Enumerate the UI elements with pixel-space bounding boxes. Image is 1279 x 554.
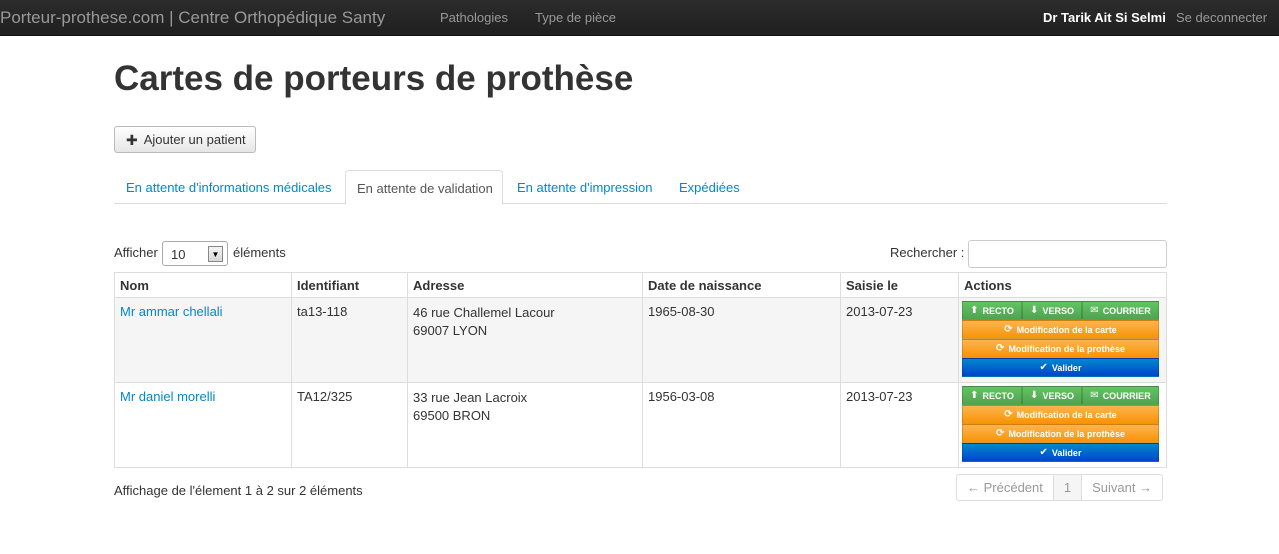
edit-prosthesis-label: Modification de la prothèse (1008, 343, 1125, 354)
patient-name-link[interactable]: Mr ammar chellali (120, 304, 223, 319)
refresh-icon: ⟳ (1004, 409, 1013, 420)
address-line-2: 69007 LYON (413, 323, 488, 338)
logout-link[interactable]: Se deconnecter (1176, 10, 1267, 25)
row-actions: ⬆ RECTO ⬇ VERSO ✉ COURRIER ⟳ Modification de… (958, 297, 1167, 383)
verso-button[interactable]: ⬇ VERSO (1022, 386, 1082, 405)
refresh-icon: ⟳ (996, 343, 1005, 354)
elements-label: éléments (233, 245, 286, 260)
patient-id: TA12/325 (291, 382, 408, 468)
tab-awaiting-printing[interactable]: En attente d'impression (517, 170, 652, 204)
envelope-icon: ✉ (1090, 305, 1099, 316)
download-icon: ⬇ (1030, 305, 1039, 316)
page-size-value: 10 (171, 247, 186, 262)
refresh-icon: ⟳ (1004, 324, 1013, 335)
validate-label: Valider (1051, 447, 1082, 458)
row-actions: ⬆ RECTO ⬇ VERSO ✉ COURRIER ⟳ Modification de… (958, 382, 1167, 468)
search-input[interactable] (968, 240, 1167, 268)
entry-date: 2013-07-23 (840, 297, 959, 383)
courrier-button[interactable]: ✉ COURRIER (1082, 301, 1159, 320)
patient-id: ta13-118 (291, 297, 408, 383)
current-user[interactable]: Dr Tarik Ait Si Selmi (1043, 10, 1166, 25)
nav-pathologies[interactable]: Pathologies (440, 10, 508, 25)
check-icon: ✔ (1039, 447, 1048, 458)
dropdown-arrow-icon: ▼ (208, 246, 223, 262)
validate-label: Valider (1051, 362, 1082, 373)
search-label: Rechercher : (890, 245, 965, 260)
table-row: Mr daniel morelli TA12/325 33 rue Jean L… (114, 382, 1167, 468)
col-header-name[interactable]: Nom (114, 272, 292, 298)
page-title: Cartes de porteurs de prothèse (114, 59, 634, 98)
download-icon: ⬇ (1030, 390, 1039, 401)
table-header-row: Nom Identifiant Adresse Date de naissanc… (114, 272, 1167, 298)
pagination: ← Précédent 1 Suivant → (956, 474, 1164, 501)
status-tabs: En attente d'informations médicales En a… (114, 170, 1167, 205)
show-label: Afficher (114, 245, 158, 260)
validate-button[interactable]: ✔ Valider (962, 358, 1159, 377)
col-header-entered[interactable]: Saisie le (840, 272, 959, 298)
plus-icon: ✚ (126, 131, 138, 148)
patient-address: 46 rue Challemel Lacour 69007 LYON (407, 297, 643, 383)
envelope-icon: ✉ (1090, 390, 1099, 401)
upload-icon: ⬆ (970, 390, 979, 401)
top-navbar: Porteur-prothese.com | Centre Orthopédiq… (0, 0, 1279, 36)
col-header-id[interactable]: Identifiant (291, 272, 408, 298)
edit-card-label: Modification de la carte (1016, 409, 1117, 420)
edit-card-button[interactable]: ⟳ Modification de la carte (962, 320, 1159, 339)
page-size-select[interactable]: 10 ▼ (162, 241, 228, 266)
tab-shipped[interactable]: Expédiées (679, 170, 740, 204)
col-header-actions: Actions (958, 272, 1167, 298)
nav-type-piece[interactable]: Type de pièce (535, 10, 616, 25)
tab-awaiting-medical-info[interactable]: En attente d'informations médicales (126, 170, 332, 204)
courrier-label: COURRIER (1102, 305, 1151, 316)
verso-label: VERSO (1042, 305, 1074, 316)
page-1-button[interactable]: 1 (1053, 475, 1083, 500)
verso-label: VERSO (1042, 390, 1074, 401)
previous-page-button[interactable]: ← Précédent (957, 475, 1054, 500)
recto-label: RECTO (982, 305, 1014, 316)
patients-table: Nom Identifiant Adresse Date de naissanc… (114, 272, 1167, 468)
edit-prosthesis-button[interactable]: ⟳ Modification de la prothèse (962, 339, 1159, 358)
col-header-address[interactable]: Adresse (407, 272, 643, 298)
col-header-birthdate[interactable]: Date de naissance (642, 272, 841, 298)
verso-button[interactable]: ⬇ VERSO (1022, 301, 1082, 320)
courrier-button[interactable]: ✉ COURRIER (1082, 386, 1159, 405)
entry-date: 2013-07-23 (840, 382, 959, 468)
check-icon: ✔ (1039, 362, 1048, 373)
recto-label: RECTO (982, 390, 1014, 401)
patient-address: 33 rue Jean Lacroix 69500 BRON (407, 382, 643, 468)
patient-birthdate: 1956-03-08 (642, 382, 841, 468)
address-line-2: 69500 BRON (413, 408, 491, 423)
validate-button[interactable]: ✔ Valider (962, 443, 1159, 462)
upload-icon: ⬆ (970, 305, 979, 316)
edit-card-button[interactable]: ⟳ Modification de la carte (962, 405, 1159, 424)
table-row: Mr ammar chellali ta13-118 46 rue Challe… (114, 297, 1167, 383)
table-info: Affichage de l'élement 1 à 2 sur 2 éléme… (114, 483, 363, 498)
edit-prosthesis-button[interactable]: ⟳ Modification de la prothèse (962, 424, 1159, 443)
add-patient-label: Ajouter un patient (143, 132, 246, 147)
next-page-button[interactable]: Suivant → (1082, 475, 1162, 500)
tab-awaiting-validation[interactable]: En attente de validation (345, 170, 503, 205)
patient-birthdate: 1965-08-30 (642, 297, 841, 383)
refresh-icon: ⟳ (996, 428, 1005, 439)
edit-prosthesis-label: Modification de la prothèse (1008, 428, 1125, 439)
patient-name-link[interactable]: Mr daniel morelli (120, 389, 215, 404)
edit-card-label: Modification de la carte (1016, 324, 1117, 335)
brand-link[interactable]: Porteur-prothese.com | Centre Orthopédiq… (0, 8, 385, 28)
add-patient-button[interactable]: ✚ Ajouter un patient (114, 126, 256, 153)
recto-button[interactable]: ⬆ RECTO (962, 386, 1022, 405)
address-line-1: 46 rue Challemel Lacour (413, 305, 555, 320)
courrier-label: COURRIER (1102, 390, 1151, 401)
address-line-1: 33 rue Jean Lacroix (413, 390, 528, 405)
recto-button[interactable]: ⬆ RECTO (962, 301, 1022, 320)
